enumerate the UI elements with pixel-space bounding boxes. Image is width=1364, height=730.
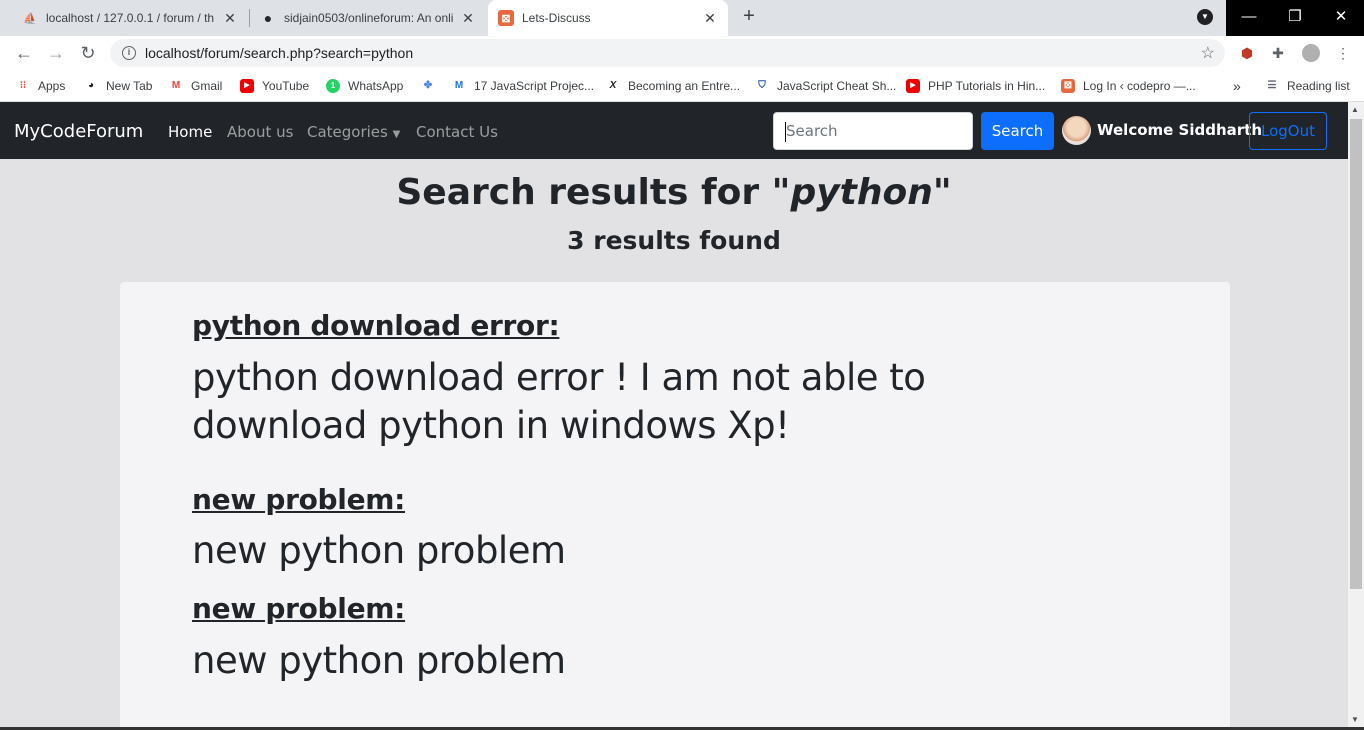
bookmark-label: New Tab: [106, 79, 153, 93]
reading-list[interactable]: ☰ Reading list: [1265, 77, 1350, 95]
bookmark-javascript-projects[interactable]: M 17 JavaScript Projec...: [452, 77, 594, 95]
tab-title: localhost / 127.0.0.1 / forum / th: [46, 11, 215, 25]
bookmark-label: PHP Tutorials in Hin...: [928, 79, 1046, 93]
result-description: new python problem: [192, 529, 566, 572]
bookmark-label: YouTube: [262, 79, 310, 93]
bookmark-php-tutorials[interactable]: ▶ PHP Tutorials in Hin...: [906, 77, 1045, 95]
search-input[interactable]: Search: [773, 112, 973, 150]
browser-toolbar: ← → ↻ i localhost/forum/search.php?searc…: [0, 36, 1364, 70]
youtube-icon: ▶: [240, 79, 254, 93]
bookmark-star-icon[interactable]: ☆: [1201, 43, 1215, 63]
whatsapp-icon: 1: [326, 79, 340, 93]
logout-button[interactable]: LogOut: [1249, 112, 1327, 150]
close-tab-icon[interactable]: ✕: [702, 10, 718, 27]
close-tab-icon[interactable]: ✕: [222, 10, 238, 27]
codepen-icon: ⊠: [1061, 79, 1075, 93]
site-info-icon[interactable]: i: [122, 46, 136, 60]
codepen-icon: ⊠: [498, 10, 514, 26]
window-controls: — ❐ ✕: [1226, 0, 1364, 36]
bookmark-apps[interactable]: ⁝⁝ Apps: [16, 77, 66, 95]
nav-categories[interactable]: Categories ▼: [307, 123, 400, 141]
tab-github[interactable]: ● sidjain0503/onlineforum: An onli ✕: [250, 0, 486, 36]
bookmark-label: Gmail: [191, 79, 223, 93]
bookmark-whatsapp[interactable]: 1 WhatsApp: [326, 77, 403, 95]
forward-icon[interactable]: →: [44, 41, 68, 65]
profile-avatar-icon[interactable]: [1302, 44, 1320, 62]
navbar-brand[interactable]: MyCodeForum: [14, 121, 143, 142]
search-query: python: [790, 172, 933, 213]
minimize-icon[interactable]: —: [1226, 0, 1272, 36]
menu-kebab-icon[interactable]: ⋮: [1334, 44, 1352, 62]
bookmark-label: JavaScript Cheat Sh...: [777, 79, 897, 93]
result-title[interactable]: python download error:: [192, 309, 560, 342]
reading-list-label: Reading list: [1287, 79, 1350, 93]
pinwheel-icon: ✤: [423, 80, 433, 91]
result-description: python download error ! I am not able to…: [192, 356, 926, 447]
bookmark-label: Log In ‹ codepro —...: [1083, 79, 1196, 93]
bookmarks-bar: ⁝⁝ Apps ◕ New Tab M Gmail ▶ YouTube 1 WhatsAp…: [0, 70, 1364, 102]
bookmark-gmail[interactable]: M Gmail: [169, 77, 223, 95]
scroll-down-icon[interactable]: ▼: [1351, 715, 1359, 724]
address-url: localhost/forum/search.php?search=python: [145, 45, 414, 61]
x-logo-icon: X: [609, 80, 617, 91]
result-title[interactable]: new problem:: [192, 483, 405, 516]
text-caret: [785, 122, 786, 142]
bookmark-codepro-login[interactable]: ⊠ Log In ‹ codepro —...: [1061, 77, 1196, 95]
bookmarks-overflow-icon[interactable]: »: [1233, 77, 1241, 95]
site-navbar: MyCodeForum Home About us Categories ▼ C…: [0, 102, 1348, 159]
bookmark-entrepreneur[interactable]: X Becoming an Entre...: [606, 77, 740, 95]
back-icon[interactable]: ←: [12, 41, 36, 65]
result-description: new python problem: [192, 639, 566, 682]
title-suffix: ": [932, 172, 952, 213]
tab-phpmyadmin[interactable]: ⛵ localhost / 127.0.0.1 / forum / th ✕: [12, 0, 248, 36]
bookmark-label: WhatsApp: [348, 79, 404, 93]
user-avatar: [1062, 116, 1091, 145]
close-tab-icon[interactable]: ✕: [460, 10, 476, 27]
gmail-icon: M: [171, 80, 181, 91]
result-title[interactable]: new problem:: [192, 592, 405, 625]
search-placeholder: Search: [786, 122, 838, 140]
tab-title: sidjain0503/onlineforum: An onli: [284, 11, 454, 25]
bookmark-label: Apps: [38, 79, 66, 93]
scrollbar-thumb[interactable]: [1350, 119, 1362, 589]
github-icon: ●: [263, 10, 273, 26]
results-container: python download error: python download e…: [120, 282, 1230, 730]
bookmark-new-tab[interactable]: ◕ New Tab: [84, 77, 153, 95]
apps-grid-icon: ⁝⁝: [19, 80, 27, 91]
nav-categories-label: Categories: [307, 123, 388, 141]
close-window-icon[interactable]: ✕: [1318, 0, 1364, 36]
globe-icon: ◕: [87, 80, 95, 91]
reading-list-icon: ☰: [1267, 80, 1277, 91]
tab-title: Lets-Discuss: [522, 11, 591, 25]
page-viewport: MyCodeForum Home About us Categories ▼ C…: [0, 102, 1348, 730]
new-tab-icon[interactable]: +: [738, 5, 760, 29]
shield-icon: ⛉: [758, 80, 766, 91]
nav-home[interactable]: Home: [168, 123, 212, 141]
phpmyadmin-icon: ⛵: [23, 12, 37, 25]
bookmark-label: 17 JavaScript Projec...: [474, 79, 595, 93]
nav-about[interactable]: About us: [227, 123, 293, 141]
title-prefix: Search results for ": [396, 172, 791, 213]
bookmark-label: Becoming an Entre...: [628, 79, 741, 93]
youtube-icon: ▶: [906, 79, 920, 93]
tab-lets-discuss[interactable]: ⊠ Lets-Discuss ✕: [488, 0, 728, 36]
nav-contact[interactable]: Contact Us: [416, 123, 498, 141]
reload-icon[interactable]: ↻: [76, 41, 100, 65]
welcome-text: Welcome Siddharth: [1097, 121, 1263, 139]
tab-strip: ⛵ localhost / 127.0.0.1 / forum / th ✕ ●…: [0, 0, 1364, 36]
page-title: Search results for "python": [0, 172, 1348, 213]
bookmark-pinwheel[interactable]: ✤: [421, 77, 443, 95]
caret-down-icon: ▼: [392, 129, 401, 140]
results-count: 3 results found: [567, 226, 781, 255]
bookmark-youtube[interactable]: ▶ YouTube: [240, 77, 309, 95]
address-bar[interactable]: i localhost/forum/search.php?search=pyth…: [110, 39, 1225, 67]
search-button[interactable]: Search: [981, 112, 1054, 150]
restore-icon[interactable]: ❐: [1272, 0, 1318, 36]
tab-search-icon[interactable]: ▼: [1197, 9, 1213, 25]
extension-icon[interactable]: ⬢: [1238, 44, 1256, 62]
m-logo-icon: M: [454, 80, 464, 91]
scroll-up-icon[interactable]: ▲: [1351, 105, 1359, 114]
bookmark-js-cheat-sheet[interactable]: ⛉ JavaScript Cheat Sh...: [755, 77, 896, 95]
puzzle-icon[interactable]: ✚: [1269, 44, 1287, 62]
